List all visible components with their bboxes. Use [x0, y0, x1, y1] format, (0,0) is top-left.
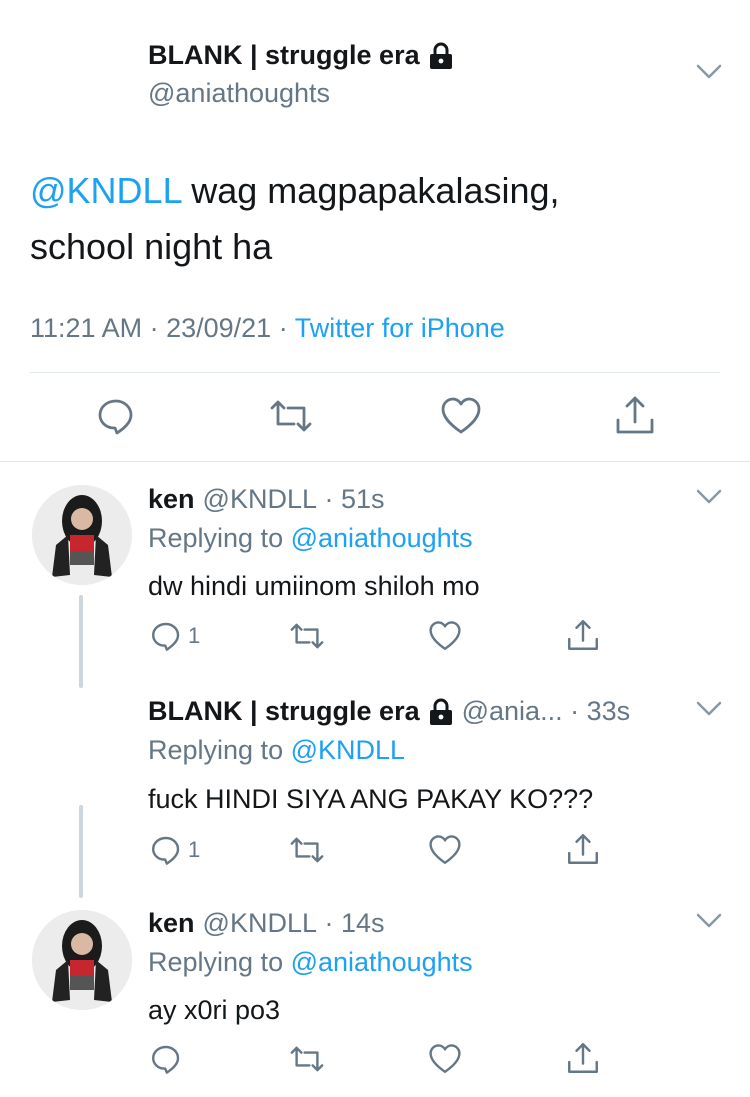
mention-link[interactable]: @KNDLL [30, 170, 181, 211]
reply-count: 1 [188, 837, 201, 862]
time-separator: · [316, 484, 341, 514]
time-separator: · [316, 908, 341, 938]
reply-icon[interactable] [96, 396, 136, 436]
share-icon[interactable] [614, 394, 656, 436]
retweet-icon[interactable] [288, 1043, 326, 1075]
reply-time[interactable]: 51s [341, 484, 385, 515]
tweet-text-line1: wag magpapakalasing, [181, 170, 560, 211]
divider [0, 461, 750, 462]
retweet-icon[interactable] [288, 620, 326, 652]
heart-icon[interactable] [440, 396, 482, 436]
lock-icon [428, 698, 454, 726]
replying-to-prefix: Replying to [148, 735, 291, 765]
reply-display-name[interactable]: BLANK | struggle era [148, 696, 420, 727]
reply-text: ay x0ri po3 [148, 995, 281, 1025]
main-tweet-text: @KNDLL wag magpapakalasing, school night… [30, 163, 730, 275]
share-icon[interactable] [566, 618, 600, 652]
reply-handle[interactable]: @KNDLL [203, 484, 317, 515]
reply-action[interactable]: 1 [150, 834, 200, 866]
retweet-icon[interactable] [268, 396, 314, 436]
chevron-down-icon[interactable] [695, 699, 723, 719]
tweet-time[interactable]: 11:21 AM [30, 313, 142, 343]
reply-action[interactable]: 1 [150, 620, 200, 652]
chevron-down-icon[interactable] [695, 62, 723, 82]
thread-line [79, 595, 83, 688]
lock-icon [428, 42, 454, 70]
reply-handle[interactable]: @ania... [462, 696, 563, 727]
avatar[interactable] [32, 485, 132, 585]
reply-count: 1 [188, 623, 201, 648]
reply-time[interactable]: 14s [341, 908, 385, 939]
reply-handle[interactable]: @KNDLL [203, 908, 317, 939]
main-display-name-text: BLANK | struggle era [148, 40, 420, 70]
reply-display-name[interactable]: ken [148, 484, 195, 515]
reply-header: ken @KNDLL · 51s [148, 484, 385, 515]
replying-to: Replying to @aniathoughts [148, 947, 473, 978]
reply-icon[interactable] [150, 620, 182, 652]
retweet-icon[interactable] [288, 834, 326, 866]
reply-header: ken @KNDLL · 14s [148, 908, 385, 939]
reply-display-name[interactable]: ken [148, 908, 195, 939]
avatar[interactable] [32, 910, 132, 1010]
reply-icon[interactable] [150, 1043, 182, 1075]
reply-icon[interactable] [150, 834, 182, 866]
replying-to: Replying to @aniathoughts [148, 523, 473, 554]
replying-to-prefix: Replying to [148, 947, 291, 977]
divider [30, 372, 720, 373]
chevron-down-icon[interactable] [695, 911, 723, 931]
time-separator: · [562, 696, 587, 726]
tweet-source-link[interactable]: Twitter for iPhone [295, 313, 505, 343]
heart-icon[interactable] [428, 620, 462, 652]
reply-time[interactable]: 33s [587, 696, 631, 727]
replying-to: Replying to @KNDLL [148, 735, 405, 766]
tweet-text-line2: school night ha [30, 226, 273, 267]
heart-icon[interactable] [428, 1043, 462, 1075]
replying-to-prefix: Replying to [148, 523, 291, 553]
replying-to-link[interactable]: @KNDLL [291, 735, 405, 765]
meta-separator: · [271, 313, 295, 343]
reply-text: fuck HINDI SIYA ANG PAKAY KO??? [148, 784, 594, 814]
replying-to-link[interactable]: @aniathoughts [291, 523, 473, 553]
tweet-meta: 11:21 AM · 23/09/21 · Twitter for iPhone [30, 313, 505, 344]
replying-to-link[interactable]: @aniathoughts [291, 947, 473, 977]
thread-line [79, 805, 83, 898]
reply-header: BLANK | struggle era @ania... · 33s [148, 696, 630, 727]
main-handle[interactable]: @aniathoughts [148, 78, 330, 109]
reply-text: dw hindi umiinom shiloh mo [148, 571, 480, 601]
tweet-date[interactable]: 23/09/21 [166, 313, 271, 343]
chevron-down-icon[interactable] [695, 487, 723, 507]
share-icon[interactable] [566, 832, 600, 866]
heart-icon[interactable] [428, 834, 462, 866]
main-display-name[interactable]: BLANK | struggle era [148, 40, 454, 71]
meta-separator: · [142, 313, 167, 343]
share-icon[interactable] [566, 1041, 600, 1075]
